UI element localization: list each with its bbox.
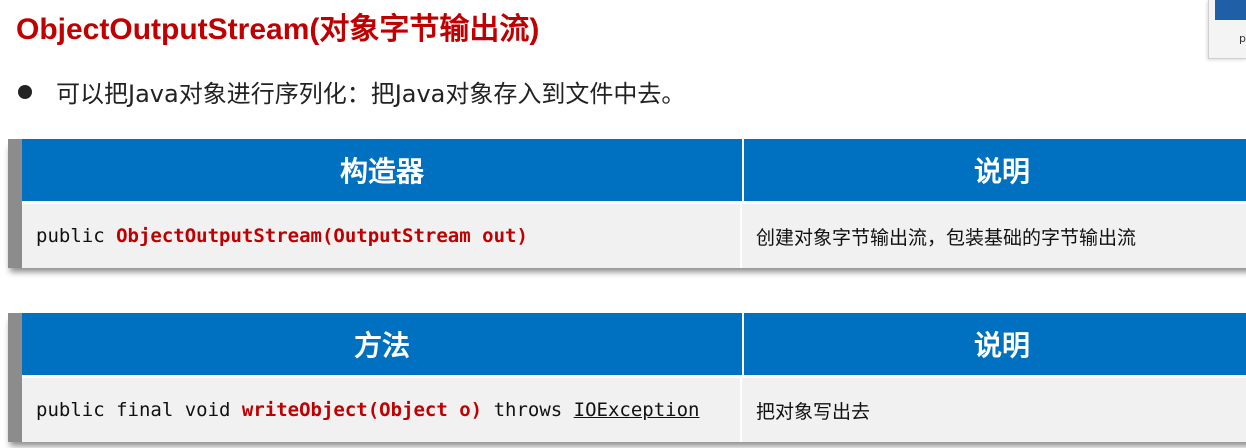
method-signature: public final void writeObject(Object o) … xyxy=(22,378,742,442)
signature-modifier: public xyxy=(36,225,117,247)
bullet-text: 可以把Java对象进行序列化：把Java对象存入到文件中去。 xyxy=(56,80,686,108)
signature-throws: throws xyxy=(482,399,574,421)
table-row: public ObjectOutputStream(OutputStream o… xyxy=(22,201,1246,268)
signature-exception: IOException xyxy=(573,399,700,421)
corner-thumbnail[interactable]: p xyxy=(1208,0,1246,59)
constructor-table: 构造器 说明 public ObjectOutputStream(OutputS… xyxy=(8,139,1246,268)
table-header-row: 方法 说明 xyxy=(22,313,1246,375)
header-description: 说明 xyxy=(973,155,1030,188)
signature-name: writeObject(Object o) xyxy=(241,399,483,421)
signature-name: ObjectOutputStream(OutputStream out) xyxy=(116,225,528,247)
bullet-icon xyxy=(18,84,32,99)
signature-modifier: public final void xyxy=(36,399,242,421)
method-table: 方法 说明 public final void writeObject(Obje… xyxy=(8,313,1246,442)
header-method: 方法 xyxy=(22,313,744,375)
thumbnail-header-bar xyxy=(1215,0,1246,20)
method-description: 把对象写出去 xyxy=(756,400,871,423)
bullet-point: 可以把Java对象进行序列化：把Java对象存入到文件中去。 xyxy=(16,74,685,109)
header-description: 说明 xyxy=(973,329,1030,362)
thumbnail-text: p xyxy=(1239,32,1246,45)
table-row: public final void writeObject(Object o) … xyxy=(22,375,1246,442)
header-constructor: 构造器 xyxy=(22,139,744,201)
constructor-description: 创建对象字节输出流，包装基础的字节输出流 xyxy=(756,226,1137,249)
constructor-signature: public ObjectOutputStream(OutputStream o… xyxy=(22,204,742,268)
page-title: ObjectOutputStream(对象字节输出流) xyxy=(16,13,540,46)
table-header-row: 构造器 说明 xyxy=(22,139,1246,201)
